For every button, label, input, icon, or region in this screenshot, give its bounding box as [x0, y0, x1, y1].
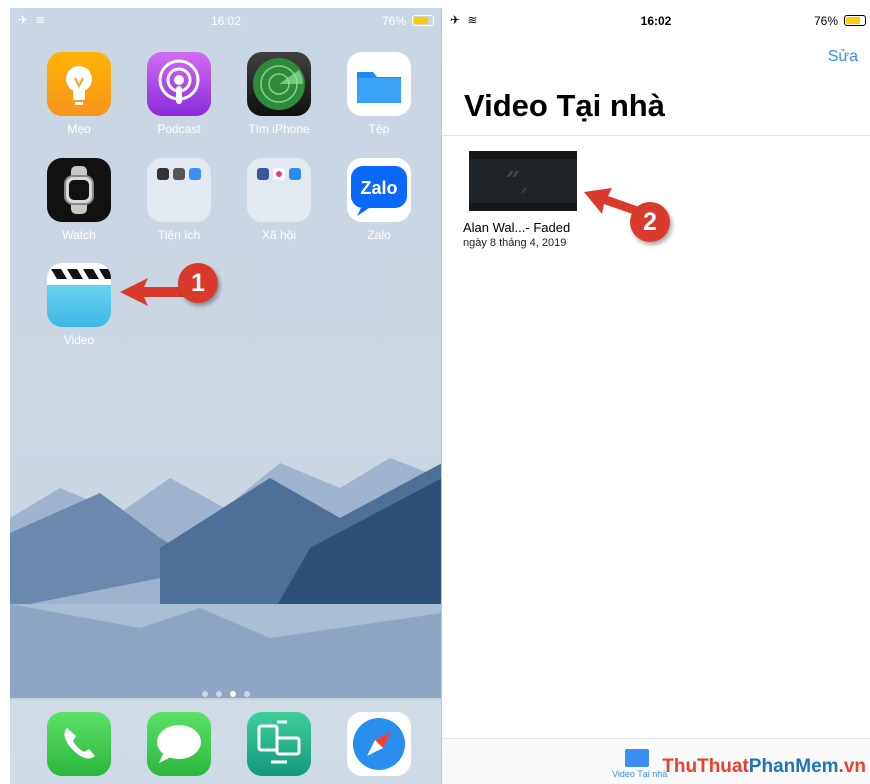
page-dot-active	[230, 691, 236, 697]
folder-social[interactable]: Xã hội	[244, 158, 314, 242]
app-podcast[interactable]: Podcast	[144, 52, 214, 136]
app-label: Xã hội	[261, 228, 297, 242]
page-dot	[244, 691, 250, 697]
app-label: Video	[63, 333, 95, 347]
home-tab-icon[interactable]	[625, 749, 649, 767]
zalo-icon: Zalo	[347, 158, 411, 222]
battery-icon	[844, 15, 866, 26]
app-zalo[interactable]: Zalo Zalo	[344, 158, 414, 242]
folder-icon	[347, 52, 411, 116]
lightbulb-icon	[47, 52, 111, 116]
svg-text:Zalo: Zalo	[360, 178, 397, 198]
radar-icon	[247, 52, 311, 116]
clapperboard-icon	[47, 263, 111, 327]
video-thumbnail[interactable]: ∕∕ ∕∕ ∕∕	[469, 151, 577, 211]
app-files[interactable]: Tệp	[344, 52, 414, 136]
app-label: Tìm iPhone	[248, 122, 310, 136]
watermark-part-2: PhanMem	[748, 756, 839, 777]
app-label: Podcast	[157, 122, 201, 136]
safari-icon[interactable]	[347, 712, 411, 776]
home-status-bar: ✈ ≋ 16:02 76%	[10, 8, 442, 32]
home-screen: ✈ ≋ 16:02 76% Mẹo Podcast Tìm iPhone Tệp…	[10, 8, 442, 784]
app-label: Tệp	[368, 122, 390, 136]
app-find-iphone[interactable]: Tìm iPhone	[244, 52, 314, 136]
watermark-part-3: .vn	[838, 756, 866, 777]
utilities-folder-icon	[147, 158, 211, 222]
podcast-icon	[147, 52, 211, 116]
video-date: ngày 8 tháng 4, 2019	[463, 237, 567, 249]
watermark-part-1: ThuThuat	[662, 756, 749, 777]
app-label: Tiện ích	[157, 228, 201, 242]
app-label: Mẹo	[67, 122, 91, 136]
battery-icon	[412, 15, 434, 26]
app-watch[interactable]: Watch	[44, 158, 114, 242]
callout-badge-2: 2	[630, 202, 670, 242]
videos-status-bar: ✈ ≋ 16:02 76%	[442, 8, 870, 32]
folder-utilities[interactable]: Tiện ích	[144, 158, 214, 242]
social-folder-icon	[247, 158, 311, 222]
phone-icon[interactable]	[47, 712, 111, 776]
page-dot	[216, 691, 222, 697]
app-label: Watch	[62, 228, 96, 242]
home-battery-percent: 76%	[381, 14, 406, 28]
videos-battery-percent: 76%	[813, 14, 838, 28]
page-dot	[202, 691, 208, 697]
title-separator	[442, 135, 870, 136]
video-title: Alan Wal...- Faded	[463, 220, 571, 235]
tab-home-videos-label[interactable]: Video Tại nhà	[612, 769, 667, 779]
watch-icon	[47, 158, 111, 222]
page-title: Video Tại nhà	[464, 88, 665, 123]
svg-text:∕∕ ∕∕: ∕∕ ∕∕	[507, 169, 519, 179]
app-meo[interactable]: Mẹo	[44, 52, 114, 136]
site-watermark: ThuThuatPhanMem.vn	[662, 756, 866, 778]
videos-status-time: 16:02	[640, 14, 672, 28]
app-video[interactable]: Video	[44, 263, 114, 347]
dock	[10, 700, 442, 784]
messages-icon[interactable]	[147, 712, 211, 776]
videos-app: ✈ ≋ 16:02 76% Sửa Video Tại nhà ∕∕ ∕∕ ∕∕ …	[442, 8, 870, 784]
transfer-app-icon[interactable]	[247, 712, 311, 776]
app-label: Zalo	[367, 228, 391, 242]
callout-badge-1: 1	[178, 263, 218, 303]
home-status-time: 16:02	[210, 14, 242, 28]
screenshot-stage: ✈ ≋ 16:02 76% Mẹo Podcast Tìm iPhone Tệp…	[0, 0, 870, 784]
edit-button[interactable]: Sửa	[828, 48, 858, 66]
